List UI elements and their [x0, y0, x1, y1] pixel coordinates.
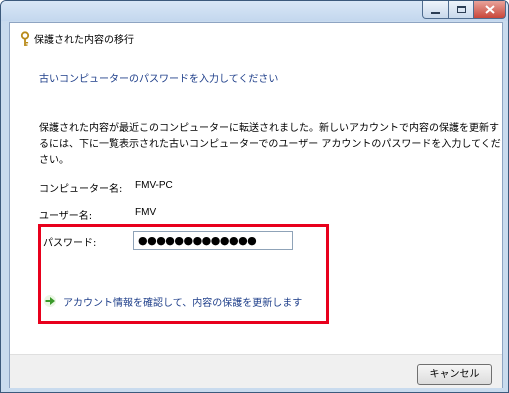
computer-name-label: コンピューター名:: [39, 184, 123, 195]
update-protection-link[interactable]: アカウント情報を確認して、内容の保護を更新します: [63, 294, 302, 309]
user-name-label: ユーザー名:: [39, 211, 93, 222]
dialog-window: 保護された内容の移行 古いコンピューターのパスワードを入力してください 保護され…: [0, 0, 509, 393]
close-button[interactable]: [473, 1, 506, 19]
dialog-title: 保護された内容の移行: [34, 35, 134, 46]
description-text: 保護された内容が最近このコンピューターに転送されました。新しいアカウントで内容の…: [39, 121, 501, 169]
highlight-box: [38, 224, 329, 324]
description-line: 保護された内容が最近このコンピューターに転送されました。新しいアカウントで内容の…: [39, 123, 499, 134]
close-icon: [484, 5, 495, 14]
maximize-button[interactable]: [448, 1, 474, 19]
cancel-button[interactable]: キャンセル: [417, 364, 492, 385]
page-heading: 古いコンピューターのパスワードを入力してください: [39, 74, 279, 85]
dialog-header: 保護された内容の移行: [10, 23, 502, 53]
minimize-icon: [431, 11, 440, 14]
maximize-icon: [456, 6, 466, 13]
user-name-value: FMV: [135, 207, 157, 218]
key-icon: [20, 31, 30, 46]
minimize-button[interactable]: [422, 1, 449, 19]
dialog-content: 保護された内容の移行 古いコンピューターのパスワードを入力してください 保護され…: [9, 22, 503, 388]
arrow-right-icon: [44, 295, 56, 307]
description-line: るには、下に一覧表示された古いコンピューターでのユーザー アカウントのパスワード…: [39, 139, 501, 150]
computer-name-value: FMV-PC: [135, 180, 173, 191]
description-line: さい。: [39, 155, 69, 166]
dialog-footer: キャンセル: [10, 354, 502, 388]
